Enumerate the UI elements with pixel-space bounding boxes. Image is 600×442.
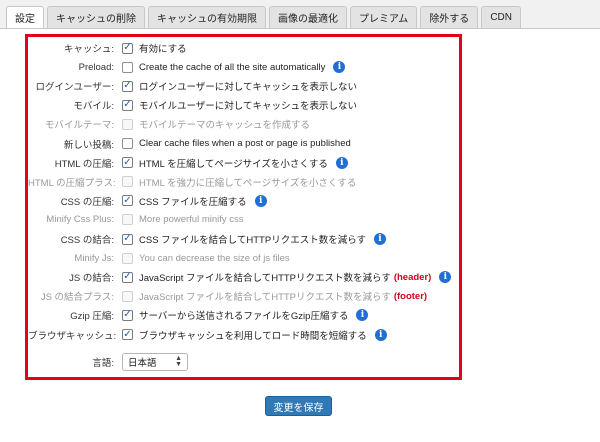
- checkmark-icon: ✓: [123, 271, 132, 283]
- settings-tabs: 設定 キャッシュの削除 キャッシュの有効期限 画像の最適化 プレミアム 除外する CDN: [6, 6, 521, 28]
- setting-checkbox[interactable]: ✓: [122, 156, 133, 169]
- setting-checkbox[interactable]: [122, 138, 133, 149]
- setting-checkbox[interactable]: ✓: [122, 309, 133, 321]
- setting-text: 有効にする: [139, 44, 187, 55]
- info-icon[interactable]: i: [439, 271, 452, 284]
- checkmark-icon: ✓: [123, 80, 132, 92]
- setting-text: Create the cache of all the site automat…: [139, 61, 326, 73]
- setting-label: Gzip 圧縮:: [70, 311, 114, 323]
- setting-label: モバイル:: [73, 101, 114, 113]
- setting-label: JS の結合プラス:: [40, 292, 114, 304]
- setting-row: Preload: Create the cache of all the site…: [28, 59, 458, 75]
- setting-text: モバイルテーマのキャッシュを作成する: [139, 120, 311, 132]
- checkmark-icon: ✓: [123, 42, 132, 53]
- tab-3[interactable]: 画像の最適化: [269, 6, 347, 28]
- language-label: 言語:: [92, 358, 114, 369]
- checkmark-icon: ✓: [123, 309, 132, 321]
- setting-label: ログインユーザー:: [35, 82, 114, 94]
- tab-4[interactable]: プレミアム: [350, 6, 418, 28]
- setting-text: JavaScript ファイルを結合してHTTPリクエスト数を減らす: [139, 292, 391, 304]
- setting-label: モバイルテーマ:: [44, 120, 114, 132]
- setting-row: キャッシュ: ✓ 有効にする: [28, 40, 458, 56]
- setting-text: HTML を強力に圧縮してページサイズを小さくする: [139, 177, 357, 189]
- setting-checkbox[interactable]: ✓: [122, 80, 133, 92]
- checkmark-icon: ✓: [123, 233, 132, 244]
- setting-label: CSS の結合:: [60, 235, 114, 246]
- setting-checkbox: [122, 176, 133, 188]
- setting-row: Gzip 圧縮: ✓ サーバーから送信されるファイルをGzip圧縮する i: [28, 307, 458, 323]
- setting-row: CSS の圧縮: ✓ CSS ファイルを圧縮する i: [28, 193, 458, 209]
- setting-checkbox: [122, 252, 133, 264]
- setting-checkbox[interactable]: ✓: [122, 99, 133, 111]
- setting-checkbox[interactable]: ✓: [122, 271, 133, 283]
- setting-row: Minify Js: You can decrease the size of j…: [28, 250, 458, 266]
- checkmark-icon: ✓: [123, 156, 132, 168]
- language-select[interactable]: 日本語 ▲ ▼: [122, 353, 188, 371]
- setting-checkbox: [122, 214, 133, 226]
- info-icon[interactable]: i: [333, 61, 346, 74]
- setting-label: 新しい投稿:: [63, 139, 114, 151]
- setting-label: ブラウザキャッシュ:: [28, 330, 117, 342]
- setting-text: HTML を圧縮してページサイズを小さくする: [139, 158, 328, 170]
- setting-label: HTML の圧縮プラス:: [28, 177, 116, 189]
- setting-row: モバイルテーマ: モバイルテーマのキャッシュを作成する: [28, 116, 458, 132]
- setting-row: ログインユーザー: ✓ ログインユーザーに対してキャッシュを表示しない: [28, 78, 458, 94]
- setting-row: JS の結合プラス: JavaScript ファイルを結合してHTTPリクエスト数…: [28, 288, 458, 304]
- setting-checkbox[interactable]: ✓: [122, 194, 133, 207]
- checkmark-icon: ✓: [123, 328, 132, 340]
- info-icon[interactable]: i: [374, 328, 387, 341]
- setting-row: 新しい投稿: Clear cache files when a post or p…: [28, 136, 458, 152]
- info-icon[interactable]: i: [254, 194, 267, 207]
- setting-row: ブラウザキャッシュ: ✓ ブラウザキャッシュを利用してロード時間を短縮する i: [28, 327, 458, 343]
- checkmark-icon: ✓: [123, 99, 132, 111]
- setting-label: Minify Js:: [74, 252, 114, 264]
- setting-checkbox: [122, 118, 133, 130]
- setting-row: CSS の結合: ✓ CSS ファイルを結合してHTTPリクエスト数を減らす i: [28, 231, 458, 247]
- save-button[interactable]: 変更を保存: [265, 396, 332, 416]
- setting-label: Preload:: [78, 61, 114, 73]
- setting-text: ブラウザキャッシュを利用してロード時間を短縮する: [139, 330, 367, 342]
- info-icon[interactable]: i: [335, 156, 348, 169]
- setting-label: HTML の圧縮:: [54, 158, 114, 170]
- tab-6[interactable]: CDN: [481, 6, 521, 28]
- setting-text: You can decrease the size of js files: [139, 252, 290, 264]
- setting-text: CSS ファイルを圧縮する: [139, 196, 247, 208]
- setting-row: モバイル: ✓ モバイルユーザーに対してキャッシュを表示しない: [28, 97, 458, 113]
- setting-label: キャッシュ:: [63, 44, 114, 55]
- setting-checkbox[interactable]: ✓: [122, 329, 133, 340]
- tab-1[interactable]: キャッシュの削除: [47, 6, 145, 28]
- info-icon[interactable]: i: [356, 309, 369, 322]
- setting-text: More powerful minify css: [139, 214, 244, 226]
- tab-5[interactable]: 除外する: [420, 6, 479, 28]
- setting-row: Minify Css Plus: More powerful minify css: [28, 212, 458, 228]
- setting-text: CSS ファイルを結合してHTTPリクエスト数を減らす: [139, 235, 367, 246]
- setting-row: HTML の圧縮: ✓ HTML を圧縮してページサイズを小さくする i: [28, 155, 458, 171]
- setting-label: CSS の圧縮:: [60, 196, 114, 208]
- setting-checkbox: [122, 290, 133, 302]
- setting-text: サーバーから送信されるファイルをGzip圧縮する: [139, 311, 349, 323]
- setting-label: JS の結合:: [69, 273, 114, 285]
- select-arrows-icon: ▲ ▼: [175, 355, 182, 368]
- setting-note: (footer): [393, 290, 428, 302]
- setting-checkbox[interactable]: ✓: [122, 233, 133, 245]
- tab-0[interactable]: 設定: [6, 6, 44, 28]
- language-row: 言語: 日本語 ▲ ▼: [28, 353, 458, 371]
- tab-2[interactable]: キャッシュの有効期限: [148, 6, 266, 28]
- language-value: 日本語: [128, 358, 157, 369]
- setting-text: Clear cache files when a post or page is…: [139, 138, 351, 149]
- setting-text: ログインユーザーに対してキャッシュを表示しない: [139, 82, 358, 94]
- setting-note: (header): [393, 271, 432, 283]
- info-icon[interactable]: i: [374, 233, 387, 245]
- setting-checkbox[interactable]: [122, 61, 133, 73]
- setting-row: HTML の圧縮プラス: HTML を強力に圧縮してページサイズを小さくする: [28, 174, 458, 190]
- setting-text: JavaScript ファイルを結合してHTTPリクエスト数を減らす: [139, 273, 391, 285]
- setting-row: JS の結合: ✓ JavaScript ファイルを結合してHTTPリクエスト数を減…: [28, 269, 458, 285]
- checkmark-icon: ✓: [123, 194, 132, 206]
- setting-label: Minify Css Plus:: [46, 214, 114, 226]
- setting-text: モバイルユーザーに対してキャッシュを表示しない: [139, 101, 358, 113]
- setting-checkbox[interactable]: ✓: [122, 42, 133, 54]
